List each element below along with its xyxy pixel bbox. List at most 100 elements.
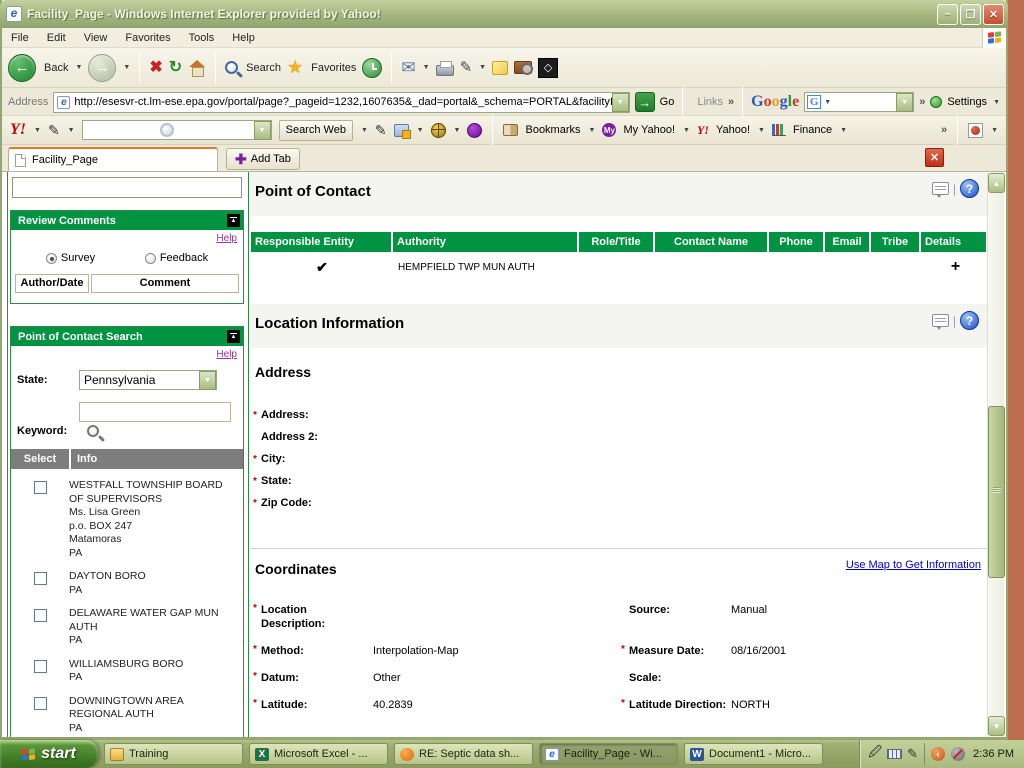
edit-dropdown-icon[interactable]: ▼	[479, 64, 486, 71]
add-tab-button[interactable]: ✚ Add Tab	[226, 148, 300, 170]
keyboard-icon[interactable]	[887, 749, 902, 759]
refresh-icon[interactable]: ↻	[169, 60, 182, 76]
taskbar-task[interactable]: eFacility_Page - Wi...	[539, 743, 678, 765]
google-g-dropdown-icon[interactable]: ▼	[824, 99, 831, 106]
settings-dropdown-icon[interactable]: ▼	[993, 99, 1000, 106]
google-g-icon[interactable]: G	[807, 95, 821, 109]
search-web-button[interactable]: Search Web	[279, 120, 353, 141]
back-icon[interactable]: ←	[8, 54, 36, 82]
result-checkbox[interactable]	[34, 660, 47, 673]
finance-label[interactable]: Finance	[793, 124, 832, 136]
my-yahoo-label[interactable]: My Yahoo!	[623, 124, 675, 136]
print-icon[interactable]	[436, 65, 454, 76]
search-icon[interactable]	[225, 61, 238, 74]
keyword-search-icon[interactable]	[87, 425, 99, 437]
pencil-icon[interactable]: ✎	[48, 122, 60, 139]
close-tab-button[interactable]: ✕	[925, 148, 944, 167]
scroll-up-icon[interactable]: ▲	[988, 173, 1005, 193]
back-dropdown-icon[interactable]: ▼	[75, 64, 82, 71]
taskbar-task[interactable]: RE: Septic data sh...	[394, 743, 533, 765]
menu-item-favorites[interactable]: Favorites	[116, 30, 179, 46]
yahoo-home-label[interactable]: Yahoo!	[716, 124, 750, 136]
favorites-label[interactable]: Favorites	[311, 62, 356, 74]
tray-app-icon[interactable]: ‹	[931, 747, 945, 761]
back-label[interactable]: Back	[44, 62, 68, 74]
google-overflow-chevron[interactable]: »	[919, 96, 925, 108]
highlight-icon[interactable]: ✎	[375, 122, 387, 139]
result-checkbox[interactable]	[34, 481, 47, 494]
radio-survey[interactable]: Survey	[46, 252, 95, 264]
radio-circle-icon[interactable]	[145, 253, 156, 264]
details-expand-button[interactable]: +	[925, 258, 986, 276]
google-search-input[interactable]: G ▼ ▼	[804, 92, 914, 112]
messenger-icon[interactable]: ◇	[538, 58, 558, 78]
taskbar-task[interactable]: XMicrosoft Excel - ...	[249, 743, 388, 765]
help-question-icon[interactable]: ?	[960, 179, 979, 198]
research-icon[interactable]	[514, 61, 532, 74]
forward-icon[interactable]: →	[88, 54, 116, 82]
radio-feedback[interactable]: Feedback	[145, 252, 208, 264]
popup-blocker-icon[interactable]	[394, 124, 409, 137]
settings-label[interactable]: Settings	[947, 96, 987, 108]
address-dropdown-icon[interactable]: ▼	[612, 93, 629, 112]
scroll-down-icon[interactable]: ▼	[988, 716, 1005, 736]
taskbar-task[interactable]: WDocument1 - Micro...	[684, 743, 823, 765]
menu-item-help[interactable]: Help	[223, 30, 264, 46]
comment-bubble-icon[interactable]	[932, 182, 949, 195]
address-input[interactable]: e http://esesvr-ct.lm-ese.epa.gov/portal…	[53, 92, 629, 113]
use-map-link[interactable]: Use Map to Get Information	[846, 559, 981, 571]
volume-muted-icon[interactable]	[951, 747, 965, 761]
collapse-panel-icon[interactable]: ▲	[227, 330, 240, 343]
result-checkbox[interactable]	[34, 572, 47, 585]
taskbar-task[interactable]: Training	[104, 743, 243, 765]
links-label[interactable]: Links	[697, 96, 723, 108]
maximize-button[interactable]: ❐	[960, 4, 981, 25]
bookmarks-label[interactable]: Bookmarks	[525, 124, 580, 136]
google-dropdown-icon[interactable]: ▼	[896, 93, 913, 112]
poc-search-help-link[interactable]: Help	[11, 346, 243, 360]
web-globe-icon[interactable]	[431, 123, 446, 138]
home-icon[interactable]	[188, 61, 206, 75]
title-bar[interactable]: e Facility_Page - Windows Internet Explo…	[0, 0, 1008, 28]
menu-item-tools[interactable]: Tools	[180, 30, 224, 46]
yahoo-search-dropdown-icon[interactable]: ▼	[254, 121, 271, 140]
close-button[interactable]: ✕	[983, 4, 1004, 25]
menu-item-edit[interactable]: Edit	[38, 30, 75, 46]
yahoo-search-input[interactable]: ▼	[82, 120, 272, 140]
sidebar-text-input[interactable]	[12, 177, 242, 198]
mail-icon[interactable]: ✉	[401, 59, 415, 76]
search-label[interactable]: Search	[246, 62, 281, 74]
comment-bubble-icon[interactable]	[932, 314, 949, 327]
result-checkbox[interactable]	[34, 609, 47, 622]
review-help-link[interactable]: Help	[11, 230, 243, 244]
notes-icon[interactable]	[492, 61, 508, 75]
minimize-button[interactable]: –	[937, 4, 958, 25]
links-overflow-chevron[interactable]: »	[728, 96, 734, 108]
yahoo-logo-dropdown-icon[interactable]: ▼	[34, 127, 41, 134]
tab-facility-page[interactable]: Facility_Page	[8, 147, 218, 171]
messenger-dot-icon[interactable]	[467, 123, 482, 138]
yahoo-logo[interactable]: Y!	[10, 121, 26, 139]
history-icon[interactable]	[362, 58, 382, 78]
edit-icon[interactable]: ✎	[460, 60, 473, 75]
favorites-icon[interactable]: ★	[287, 57, 303, 78]
pen-input-icon[interactable]: ✎	[907, 746, 918, 762]
collapse-panel-icon[interactable]: ▲	[227, 214, 240, 227]
radio-circle-icon[interactable]	[46, 253, 57, 264]
vertical-scrollbar[interactable]: ▲ ▼	[987, 172, 1004, 737]
speech-mic-icon[interactable]: 🖉	[868, 743, 882, 765]
start-button[interactable]: start	[0, 740, 98, 768]
go-label[interactable]: Go	[660, 96, 675, 108]
yahoo-overflow-chevron[interactable]: »	[941, 124, 947, 136]
forward-dropdown-icon[interactable]: ▼	[123, 64, 130, 71]
scrollbar-thumb[interactable]	[988, 406, 1005, 578]
help-question-icon[interactable]: ?	[960, 311, 979, 330]
menu-item-file[interactable]: File	[2, 30, 38, 46]
state-select[interactable]: Pennsylvania ▼	[79, 370, 217, 390]
poc-table-row[interactable]: ✔ HEMPFIELD TWP MUN AUTH +	[251, 252, 986, 282]
pdf-convert-icon[interactable]	[968, 123, 983, 138]
mail-dropdown-icon[interactable]: ▼	[423, 64, 430, 71]
address-url[interactable]: http://esesvr-ct.lm-ese.epa.gov/portal/p…	[74, 96, 611, 108]
keyword-input[interactable]	[79, 402, 231, 422]
stop-icon[interactable]: ✖	[149, 60, 162, 76]
